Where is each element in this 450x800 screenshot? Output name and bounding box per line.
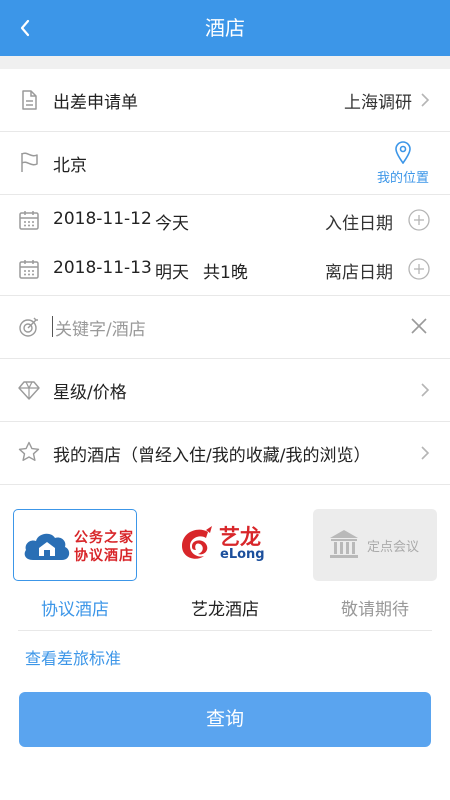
add-circle-icon[interactable] (408, 209, 430, 231)
trip-application-value: 上海调研 (344, 93, 412, 113)
bank-building-icon (327, 527, 361, 561)
my-hotel-label: 我的酒店（曾经入住/我的收藏/我的浏览） (53, 446, 371, 466)
star-price-label: 星级/价格 (53, 383, 127, 403)
city-row[interactable]: 北京 我的位置 (0, 132, 450, 195)
trip-application-row[interactable]: 出差申请单 上海调研 (0, 69, 450, 132)
designated-meeting-logo-text: 定点会议 (367, 540, 420, 555)
chevron-right-icon (420, 92, 430, 108)
flag-icon (17, 150, 41, 174)
nights-count: 共1晚 (203, 263, 248, 283)
trip-application-label: 出差申请单 (53, 93, 138, 113)
elong-logo-icon (178, 524, 216, 566)
travel-standard-link[interactable]: 查看差旅标准 (25, 645, 121, 669)
chevron-right-icon (420, 445, 430, 461)
hotel-source-cards: 公务之家 协议酒店 协议酒店 艺龙 eLong 艺龙酒店 定点会议 敬请期待 (0, 509, 450, 629)
designated-meeting-label: 敬请期待 (341, 600, 409, 620)
cloud-house-logo-icon (21, 529, 73, 563)
checkout-row[interactable]: 2018-11-13 明天 共1晚 离店日期 (0, 245, 450, 296)
keyword-placeholder: 关键字/酒店 (55, 320, 146, 340)
checkout-day: 明天 (155, 263, 189, 283)
target-icon (17, 315, 41, 339)
checkout-date: 2018-11-13 (53, 258, 152, 278)
my-location-label: 我的位置 (376, 171, 429, 186)
divider (18, 630, 432, 631)
checkin-day: 今天 (155, 214, 189, 234)
calendar-icon (17, 257, 41, 281)
elong-hotel-label[interactable]: 艺龙酒店 (150, 595, 300, 620)
agreement-logo-line2: 协议酒店 (74, 548, 134, 564)
app-header: 酒店 (0, 0, 450, 56)
checkin-row[interactable]: 2018-11-12 今天 入住日期 (0, 195, 450, 245)
checkin-label: 入住日期 (325, 214, 393, 234)
location-pin-icon (372, 140, 434, 165)
page-title: 酒店 (205, 16, 245, 40)
star-price-row[interactable]: 星级/价格 (0, 359, 450, 422)
clear-icon[interactable] (410, 317, 428, 335)
search-button[interactable]: 查询 (19, 692, 431, 747)
keyword-row: 关键字/酒店 (0, 296, 450, 359)
document-icon (17, 88, 41, 112)
agreement-logo-line1: 公务之家 (74, 530, 134, 546)
agreement-hotel-card[interactable]: 公务之家 协议酒店 (13, 509, 137, 581)
designated-meeting-card: 定点会议 (313, 509, 437, 581)
checkout-label: 离店日期 (325, 263, 393, 283)
city-name: 北京 (53, 156, 87, 176)
keyword-input[interactable]: 关键字/酒店 (52, 314, 382, 340)
calendar-icon (17, 208, 41, 232)
diamond-icon (17, 378, 41, 402)
agreement-hotel-label[interactable]: 协议酒店 (0, 595, 150, 620)
my-location-button[interactable]: 我的位置 (372, 140, 434, 188)
checkin-date: 2018-11-12 (53, 209, 152, 229)
star-icon (17, 440, 41, 464)
elong-hotel-card[interactable]: 艺龙 eLong (163, 509, 287, 581)
add-circle-icon[interactable] (408, 258, 430, 280)
header-gap (0, 56, 450, 69)
elong-logo-en: eLong (220, 547, 265, 562)
chevron-right-icon (420, 382, 430, 398)
text-cursor (52, 316, 53, 337)
my-hotel-row[interactable]: 我的酒店（曾经入住/我的收藏/我的浏览） (0, 422, 450, 485)
